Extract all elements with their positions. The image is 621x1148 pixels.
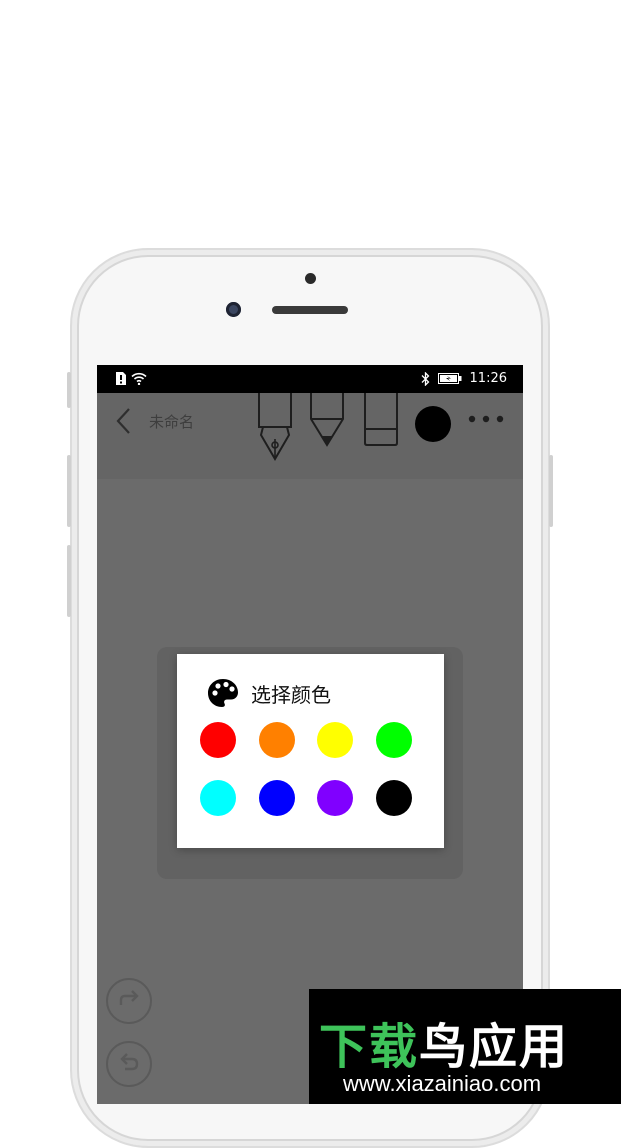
watermark-banner: 下载鸟应用 www.xiazainiao.com <box>309 989 621 1104</box>
redo-button[interactable] <box>106 978 152 1024</box>
color-picker-dialog: 选择颜色 <box>177 654 444 848</box>
undo-icon <box>120 1053 139 1071</box>
color-swatch-black[interactable] <box>376 780 412 816</box>
palette-icon <box>208 679 238 707</box>
phone-power-button <box>549 455 553 527</box>
sim-alert-icon <box>116 372 126 385</box>
document-title: 未命名 <box>149 413 195 431</box>
dialog-header: 选择颜色 <box>207 678 331 708</box>
proximity-sensor <box>305 273 316 284</box>
watermark-url: www.xiazainiao.com <box>343 1071 542 1096</box>
watermark-title-white: 鸟应用 <box>419 1019 570 1075</box>
watermark-title: 下载鸟应用 <box>319 1007 569 1077</box>
color-swatch-yellow[interactable] <box>317 722 353 758</box>
battery-charging-icon <box>437 373 462 384</box>
phone-volume-up <box>67 455 71 527</box>
color-swatch-purple[interactable] <box>317 780 353 816</box>
watermark-title-green: 下载 <box>319 1019 420 1075</box>
status-time: 11:26 <box>469 371 507 386</box>
dialog-title: 选择颜色 <box>251 682 331 707</box>
bluetooth-icon <box>421 371 429 386</box>
phone-volume-down <box>67 545 71 617</box>
front-camera <box>226 302 241 317</box>
eraser-icon[interactable] <box>361 393 401 449</box>
phone-mute-switch <box>67 372 71 408</box>
color-swatch-cyan[interactable] <box>200 780 236 816</box>
top-toolbar: 未命名 <box>97 393 523 479</box>
redo-icon <box>119 990 139 1005</box>
color-swatch-orange[interactable] <box>259 722 295 758</box>
pencil-icon[interactable] <box>307 393 347 449</box>
color-swatch-green[interactable] <box>376 722 412 758</box>
earpiece-speaker <box>272 306 348 314</box>
wifi-icon <box>131 372 147 385</box>
back-arrow-icon[interactable] <box>115 407 133 435</box>
color-swatch-blue[interactable] <box>259 780 295 816</box>
undo-button[interactable] <box>106 1041 152 1087</box>
color-swatch-red[interactable] <box>200 722 236 758</box>
current-color-button[interactable] <box>415 406 451 442</box>
fountain-pen-icon[interactable] <box>255 393 295 463</box>
more-options-icon[interactable] <box>467 413 507 425</box>
status-bar: 11:26 <box>97 365 523 393</box>
